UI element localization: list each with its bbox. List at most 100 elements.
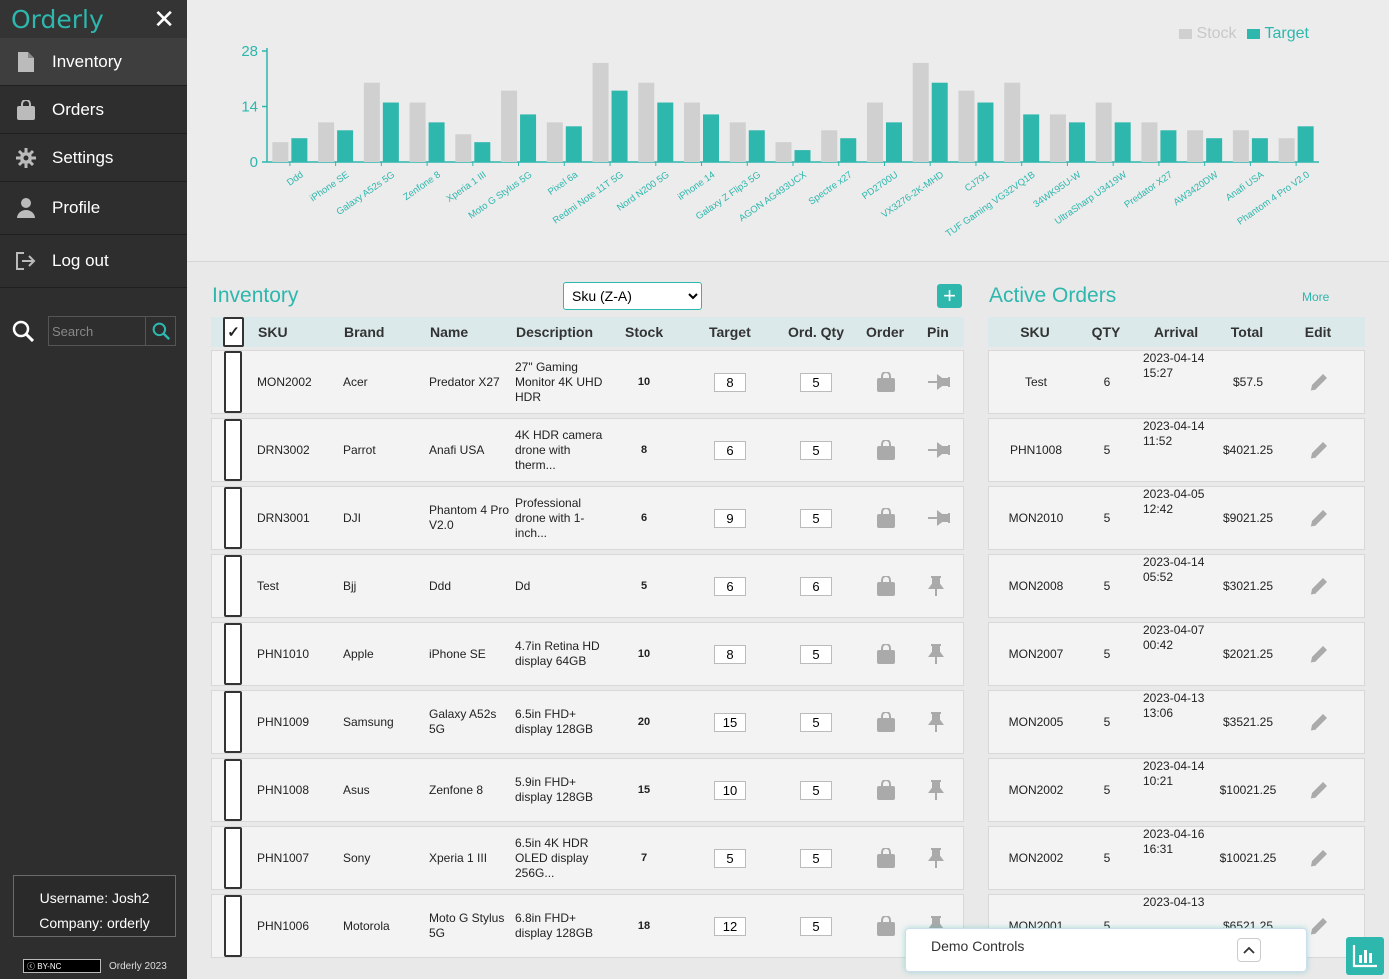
order-row[interactable]: Test 6 2023-04-14 15:27 $57.5 <box>988 350 1365 414</box>
target-input[interactable] <box>714 848 746 868</box>
order-qty-input[interactable] <box>800 848 832 868</box>
order-row[interactable]: MON2008 5 2023-04-14 05:52 $3021.25 <box>988 554 1365 618</box>
order-qty-input[interactable] <box>800 440 832 460</box>
row-checkbox[interactable] <box>224 691 242 753</box>
order-bag-icon[interactable] <box>877 895 895 957</box>
header-name[interactable]: Name <box>430 317 468 347</box>
target-input[interactable] <box>714 576 746 596</box>
order-bag-icon[interactable] <box>877 351 895 413</box>
target-input[interactable] <box>714 372 746 392</box>
nav-item-profile[interactable]: Profile <box>0 182 187 235</box>
row-checkbox[interactable] <box>224 827 242 889</box>
target-input[interactable] <box>714 644 746 664</box>
table-row[interactable]: PHN1007 Sony Xperia 1 III 6.5in 4K HDR OLED… <box>211 826 964 890</box>
cell-description: 5.9in FHD+ display 128GB <box>515 775 594 804</box>
order-bag-icon[interactable] <box>877 759 895 821</box>
edit-icon[interactable] <box>1307 555 1331 617</box>
order-sku: MON2005 <box>1008 715 1064 729</box>
order-bag-icon[interactable] <box>877 487 895 549</box>
table-row[interactable]: PHN1008 Asus Zenfone 8 5.9in FHD+ display 1… <box>211 758 964 822</box>
order-qty-input[interactable] <box>800 372 832 392</box>
table-row[interactable]: DRN3002 Parrot Anafi USA 4K HDR camera dron… <box>211 418 964 482</box>
table-row[interactable]: DRN3001 DJI Phantom 4 Pro V2.0 Professional… <box>211 486 964 550</box>
cell-stock: 18 <box>637 920 651 932</box>
chart-toggle-button[interactable] <box>1346 937 1384 975</box>
order-qty-input[interactable] <box>800 576 832 596</box>
pin-icon[interactable] <box>928 827 944 889</box>
header-target[interactable]: Target <box>709 317 751 347</box>
edit-icon[interactable] <box>1307 351 1331 413</box>
order-bag-icon[interactable] <box>877 623 895 685</box>
bar-target <box>565 126 582 162</box>
order-bag-icon[interactable] <box>877 419 895 481</box>
target-input[interactable] <box>714 440 746 460</box>
target-input[interactable] <box>714 916 746 936</box>
nav-item-settings[interactable]: Settings <box>0 134 187 182</box>
order-qty-input[interactable] <box>800 712 832 732</box>
cell-description: 27" Gaming Monitor 4K UHD HDR <box>515 359 603 404</box>
order-row[interactable]: MON2007 5 2023-04-07 00:42 $2021.25 <box>988 622 1365 686</box>
row-checkbox[interactable] <box>224 555 242 617</box>
order-total: $3021.25 <box>1222 579 1274 593</box>
nav-item-logout[interactable]: Log out <box>0 235 187 288</box>
row-checkbox[interactable] <box>224 759 242 821</box>
pin-icon[interactable] <box>928 759 944 821</box>
table-row[interactable]: PHN1006 Motorola Moto G Stylus 5G 6.8in FHD… <box>211 894 964 958</box>
order-qty-input[interactable] <box>800 644 832 664</box>
more-orders-link[interactable]: More <box>1302 290 1329 304</box>
pin-icon[interactable] <box>928 691 944 753</box>
target-input[interactable] <box>714 508 746 528</box>
table-row[interactable]: Test Bjj Ddd Dd 5 <box>211 554 964 618</box>
nav-item-inventory[interactable]: Inventory <box>0 38 187 86</box>
table-row[interactable]: PHN1010 Apple iPhone SE 4.7in Retina HD dis… <box>211 622 964 686</box>
edit-icon[interactable] <box>1307 759 1331 821</box>
table-row[interactable]: MON2002 Acer Predator X27 27" Gaming Monito… <box>211 350 964 414</box>
header-sku[interactable]: SKU <box>258 317 288 347</box>
bar-target <box>840 138 857 162</box>
order-qty-input[interactable] <box>800 508 832 528</box>
order-bag-icon[interactable] <box>877 691 895 753</box>
select-all-checkbox[interactable]: ✓ <box>223 317 244 347</box>
bar-target <box>657 102 674 162</box>
target-input[interactable] <box>714 780 746 800</box>
edit-icon[interactable] <box>1307 895 1331 957</box>
order-row[interactable]: MON2005 5 2023-04-13 13:06 $3521.25 <box>988 690 1365 754</box>
unpin-icon[interactable] <box>928 351 950 413</box>
order-row[interactable]: MON2002 5 2023-04-16 16:31 $10021.25 <box>988 826 1365 890</box>
cell-brand: Asus <box>343 783 370 797</box>
header-brand[interactable]: Brand <box>344 317 384 347</box>
nav-item-orders[interactable]: Orders <box>0 86 187 134</box>
search-button[interactable] <box>145 317 175 345</box>
row-checkbox[interactable] <box>224 623 242 685</box>
pin-icon[interactable] <box>928 555 944 617</box>
order-row[interactable]: PHN1008 5 2023-04-14 11:52 $4021.25 <box>988 418 1365 482</box>
order-row[interactable]: MON2010 5 2023-04-05 12:42 $9021.25 <box>988 486 1365 550</box>
pin-icon[interactable] <box>928 623 944 685</box>
close-sidebar-button[interactable]: ✕ <box>153 6 175 32</box>
row-checkbox[interactable] <box>224 419 242 481</box>
header-ordqty[interactable]: Ord. Qty <box>788 317 844 347</box>
edit-icon[interactable] <box>1307 623 1331 685</box>
edit-icon[interactable] <box>1307 419 1331 481</box>
unpin-icon[interactable] <box>928 487 950 549</box>
unpin-icon[interactable] <box>928 419 950 481</box>
edit-icon[interactable] <box>1307 691 1331 753</box>
order-bag-icon[interactable] <box>877 827 895 889</box>
order-row[interactable]: MON2002 5 2023-04-14 10:21 $10021.25 <box>988 758 1365 822</box>
row-checkbox[interactable] <box>224 895 242 957</box>
edit-icon[interactable] <box>1307 827 1331 889</box>
order-qty-input[interactable] <box>800 780 832 800</box>
add-item-button[interactable]: + <box>937 284 962 308</box>
edit-icon[interactable] <box>1307 487 1331 549</box>
row-checkbox[interactable] <box>224 351 242 413</box>
target-input[interactable] <box>714 712 746 732</box>
header-stock[interactable]: Stock <box>625 317 663 347</box>
expand-demo-button[interactable] <box>1237 938 1261 962</box>
row-checkbox[interactable] <box>224 487 242 549</box>
search-input[interactable] <box>49 317 145 345</box>
table-row[interactable]: PHN1009 Samsung Galaxy A52s 5G 6.5in FHD+ d… <box>211 690 964 754</box>
header-description[interactable]: Description <box>516 317 593 347</box>
order-qty-input[interactable] <box>800 916 832 936</box>
order-bag-icon[interactable] <box>877 555 895 617</box>
sort-select[interactable]: Sku (Z-A)Sku (A-Z) <box>563 282 702 310</box>
